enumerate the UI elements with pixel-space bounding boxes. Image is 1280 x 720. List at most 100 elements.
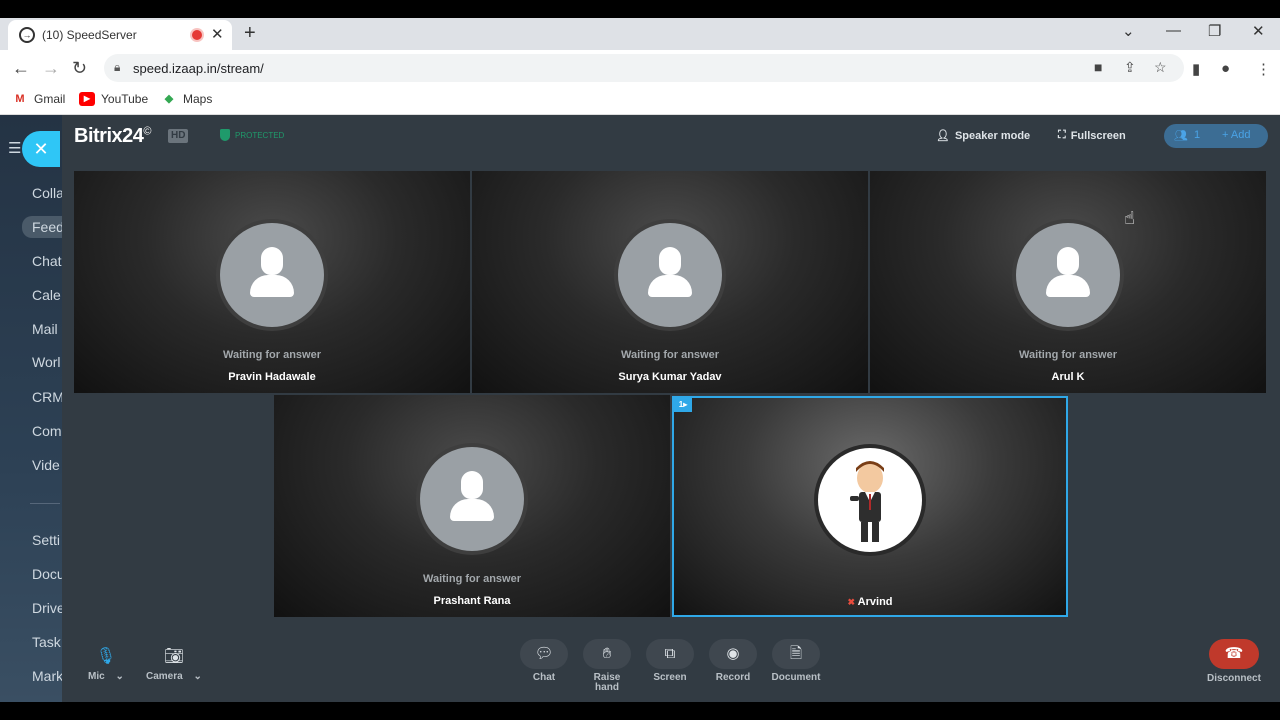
default-avatar-icon	[220, 223, 324, 327]
menu-divider	[30, 503, 60, 504]
maps-icon: ◆	[164, 93, 174, 105]
participant-tile[interactable]: Waiting for answer Arul K	[870, 171, 1266, 393]
menu-item-settings[interactable]: Setti	[32, 532, 62, 548]
participant-tile[interactable]: Waiting for answer Prashant Rana	[274, 395, 670, 617]
participants-box[interactable]: 👥︎ 1 + Add	[1164, 124, 1268, 148]
address-bar[interactable]: 🔒︎ speed.izaap.in/stream/ ■ ⇪ ☆	[104, 54, 1184, 82]
mic-button[interactable]: 🎙︎ Mic ⌄	[88, 647, 124, 682]
top-black-bar	[0, 0, 1280, 18]
mic-chevron-down-icon[interactable]: ⌄	[115, 671, 123, 682]
menu-item-drive[interactable]: Drive	[32, 600, 62, 616]
menu-item-marketing[interactable]: Mark	[32, 668, 62, 684]
minimize-icon[interactable]: —	[1166, 22, 1181, 39]
tab-title: (10) SpeedServer	[42, 28, 137, 42]
camera-chevron-down-icon[interactable]: ⌄	[193, 671, 201, 682]
participant-name: Surya Kumar Yadav	[618, 371, 722, 383]
left-menu: ☰ Colla Feed Chat Cale Mail Worl CRM Com…	[0, 115, 62, 702]
chat-label: Chat	[532, 672, 556, 683]
hd-badge: HD	[168, 129, 189, 143]
bookmark-youtube[interactable]: ▶ YouTube	[79, 92, 148, 106]
participant-status: Waiting for answer	[223, 349, 321, 361]
menu-item-crm[interactable]: CRM	[32, 389, 62, 405]
share-icon[interactable]: ⇪	[1124, 59, 1136, 76]
disconnect-button[interactable]: ☎︎ Disconnect	[1206, 639, 1262, 684]
menu-item-collab[interactable]: Colla	[32, 185, 62, 201]
forward-icon[interactable]: →	[42, 58, 60, 79]
side-panel-icon[interactable]: ▮	[1192, 60, 1200, 78]
bookmark-label: Gmail	[34, 92, 66, 106]
participant-status: Waiting for answer	[621, 349, 719, 361]
menu-item-workgroups[interactable]: Worl	[32, 354, 62, 370]
bookmark-star-icon[interactable]: ☆	[1154, 59, 1167, 76]
users-icon: 👥︎	[1174, 130, 1188, 142]
participant-name: Prashant Rana	[433, 595, 511, 607]
record-icon: ◉	[709, 639, 757, 669]
recording-indicator-icon	[192, 30, 202, 40]
profile-icon[interactable]: ●	[1221, 60, 1230, 77]
reload-icon[interactable]: ↻	[72, 58, 87, 79]
hang-up-icon: ☎︎	[1209, 639, 1259, 669]
participant-name: Pravin Hadawale	[228, 371, 316, 383]
tab-search-icon[interactable]: ⌄	[1122, 22, 1135, 40]
bookmark-label: YouTube	[101, 92, 149, 106]
protected-label: PROTECTED	[235, 130, 285, 140]
menu-dots-icon[interactable]: ⋮	[1256, 60, 1271, 78]
participant-tile[interactable]: Waiting for answer Pravin Hadawale	[74, 171, 470, 393]
bottom-black-bar	[0, 702, 1280, 720]
menu-item-chat[interactable]: Chat	[32, 253, 62, 269]
menu-item-video[interactable]: Vide	[32, 457, 62, 473]
cartoon-avatar-icon	[818, 448, 922, 552]
url-text: speed.izaap.in/stream/	[133, 61, 264, 76]
default-avatar-icon	[1016, 223, 1120, 327]
raise-hand-button[interactable]: ✋︎ Raise hand	[581, 639, 633, 693]
back-icon[interactable]: ←	[12, 58, 30, 79]
browser-tab[interactable]: → (10) SpeedServer ✕	[8, 20, 232, 50]
add-participant-button[interactable]: + Add	[1222, 129, 1250, 141]
menu-item-feed[interactable]: Feed	[22, 216, 62, 238]
close-window-icon[interactable]: ✕	[1252, 22, 1265, 40]
menu-item-tasks[interactable]: Task	[32, 634, 62, 650]
bookmark-maps[interactable]: ◆ Maps	[161, 92, 213, 106]
bookmarks-bar: M Gmail ▶ YouTube ◆ Maps	[0, 86, 1280, 115]
fullscreen-label: Fullscreen	[1070, 129, 1126, 142]
protected-status: PROTECTED	[220, 129, 284, 141]
bookmark-gmail[interactable]: M Gmail	[12, 92, 65, 106]
default-avatar-icon	[420, 447, 524, 551]
user-count: 1	[1194, 129, 1201, 141]
record-label: Record	[715, 672, 751, 683]
menu-item-mail[interactable]: Mail	[32, 321, 62, 337]
participant-name: Arvind	[857, 596, 893, 608]
chat-button[interactable]: 💬︎ Chat	[518, 639, 570, 683]
video-call-panel: Bitrix24© HD PROTECTED 👤︎ Speaker mode ⛶…	[62, 115, 1280, 702]
gmail-icon: M	[15, 93, 25, 105]
mouse-cursor-icon: ☝︎	[1124, 208, 1135, 228]
screen-share-button[interactable]: ⧉ Screen	[644, 639, 696, 683]
menu-item-company[interactable]: Com	[32, 423, 62, 439]
default-avatar-icon	[618, 223, 722, 327]
lock-icon: 🔒︎	[114, 60, 121, 74]
speaker-mode-button[interactable]: 👤︎ Speaker mode	[936, 129, 1030, 143]
document-button[interactable]: 🗎 Document	[770, 639, 822, 683]
record-button[interactable]: ◉ Record	[707, 639, 759, 683]
tab-close-icon[interactable]: ✕	[211, 25, 224, 43]
browser-chrome: → (10) SpeedServer ✕ + ⌄ — ❐ ✕ ← → ↻ 🔒︎ …	[0, 18, 1280, 115]
brand-logo: Bitrix24©	[74, 125, 151, 147]
hamburger-icon[interactable]: ☰	[8, 139, 21, 157]
new-tab-button[interactable]: +	[244, 22, 256, 45]
camera-label: Camera ⌄	[146, 671, 202, 682]
close-call-panel-button[interactable]: ✕	[22, 131, 60, 167]
fullscreen-button[interactable]: ⛶ Fullscreen	[1058, 129, 1126, 142]
participant-tile[interactable]: Waiting for answer Surya Kumar Yadav	[472, 171, 868, 393]
pin-badge: 1▸	[674, 398, 692, 412]
youtube-icon: ▶	[79, 92, 95, 106]
camera-permission-icon[interactable]: ■	[1094, 59, 1102, 75]
menu-item-calendar[interactable]: Cale	[32, 287, 62, 303]
participant-status: Waiting for answer	[1019, 349, 1117, 361]
tab-favicon-icon: →	[19, 27, 35, 43]
participant-tile-active[interactable]: 1▸ ✖ Arvind	[672, 396, 1068, 617]
screen-label: Screen	[653, 672, 687, 683]
participant-name-row: ✖ Arvind	[674, 596, 1066, 608]
menu-item-docs[interactable]: Docu	[32, 566, 62, 582]
restore-icon[interactable]: ❐	[1208, 22, 1221, 40]
camera-button[interactable]: 📷︎ Camera ⌄	[146, 647, 202, 682]
